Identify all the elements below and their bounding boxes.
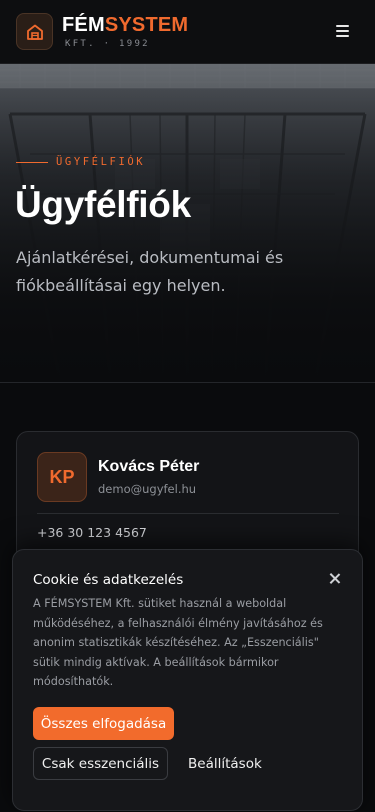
hero-eyebrow: ÜGYFÉLFIÓK	[16, 156, 145, 168]
card-divider	[37, 513, 339, 514]
user-name: Kovács Péter	[98, 458, 200, 475]
cookie-text: A FÉMSYSTEM Kft. sütiket használ a webol…	[33, 597, 323, 688]
warehouse-icon	[26, 24, 43, 40]
site-header: FÉMSYSTEM KFT. · 1992	[0, 0, 375, 64]
cookie-consent-dialog: Cookie és adatkezelés A FÉMSYSTEM Kft. s…	[12, 549, 363, 811]
brand[interactable]: FÉMSYSTEM KFT. · 1992	[62, 15, 188, 49]
avatar: KP	[37, 452, 87, 502]
accept-all-button[interactable]: Összes elfogadása	[33, 707, 174, 740]
section-divider	[0, 382, 375, 383]
cookie-title: Cookie és adatkezelés	[33, 572, 184, 588]
hamburger-menu-icon[interactable]	[336, 25, 349, 37]
brand-subtitle: KFT. · 1992	[65, 38, 150, 49]
brand-name: FÉMSYSTEM	[62, 15, 188, 35]
brand-name-part1: FÉM	[62, 13, 105, 36]
hero-section: ÜGYFÉLFIÓK Ügyfélfiók Ajánlatkérései, do…	[0, 64, 375, 382]
user-email: demo@ugyfel.hu	[98, 482, 197, 496]
page-description: Ajánlatkérései, dokumentumai és fiókbeál…	[16, 248, 284, 295]
cookie-settings-button[interactable]: Beállítások	[188, 747, 262, 780]
essential-only-button[interactable]: Csak esszenciális	[33, 747, 168, 780]
eyebrow-line	[16, 161, 48, 163]
brand-name-part2: SYSTEM	[104, 13, 189, 36]
close-icon[interactable]	[328, 572, 342, 586]
eyebrow-text: ÜGYFÉLFIÓK	[56, 156, 146, 168]
page-title: Ügyfélfiók	[15, 184, 191, 225]
user-phone: +36 30 123 4567	[37, 525, 147, 540]
logo[interactable]	[16, 13, 53, 50]
